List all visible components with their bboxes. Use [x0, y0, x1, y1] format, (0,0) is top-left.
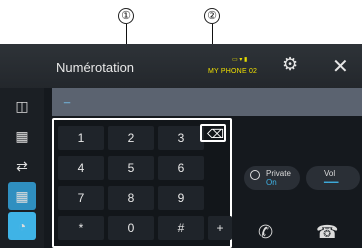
- settings-gear-icon[interactable]: ⚙: [282, 54, 298, 75]
- key-6[interactable]: 6: [158, 156, 204, 180]
- key-2[interactable]: 2: [108, 126, 154, 150]
- key-8[interactable]: 8: [108, 186, 154, 210]
- key-star[interactable]: *: [58, 216, 104, 240]
- key-0[interactable]: 0: [108, 216, 154, 240]
- volume-control[interactable]: Vol ━━━: [306, 166, 360, 190]
- private-state: On: [266, 178, 277, 187]
- private-icon: [250, 170, 260, 180]
- key-plus[interactable]: +: [208, 216, 232, 240]
- callout-1: ①: [118, 8, 134, 24]
- keypad-icon[interactable]: ▦: [8, 182, 36, 210]
- backspace-button[interactable]: ⌫: [200, 124, 226, 142]
- sidebar: ◫ ▦ ⇄ ▦ ◔: [0, 88, 44, 248]
- key-3[interactable]: 3: [158, 126, 204, 150]
- private-toggle[interactable]: Private On: [244, 166, 300, 190]
- contacts-icon[interactable]: ◫: [8, 92, 36, 120]
- recent-calls-icon[interactable]: ⇄: [8, 152, 36, 180]
- right-panel: Private On Vol ━━━ ✆ ☎: [236, 118, 362, 248]
- callout-2: ②: [204, 8, 220, 24]
- vol-level: ━━━: [324, 178, 339, 187]
- private-label: Private: [266, 169, 291, 178]
- call-icon[interactable]: ✆: [258, 222, 273, 243]
- voice-icon[interactable]: ◔: [8, 212, 36, 240]
- key-1[interactable]: 1: [58, 126, 104, 150]
- header-bar: Numérotation ▭ ▾ ▮ MY PHONE 02 ⚙ ✕: [0, 44, 362, 88]
- key-hash[interactable]: #: [158, 216, 204, 240]
- key-5[interactable]: 5: [108, 156, 154, 180]
- number-entry[interactable]: [52, 88, 362, 116]
- entry-value: _: [64, 92, 71, 104]
- backspace-icon: ⌫: [207, 127, 224, 141]
- page-title: Numérotation: [56, 60, 135, 75]
- key-4[interactable]: 4: [58, 156, 104, 180]
- phonebook-icon[interactable]: ▦: [8, 122, 36, 150]
- phone-name: MY PHONE 02: [208, 68, 258, 75]
- key-7[interactable]: 7: [58, 186, 104, 210]
- key-9[interactable]: 9: [158, 186, 204, 210]
- dial-screen: Numérotation ▭ ▾ ▮ MY PHONE 02 ⚙ ✕ ◫ ▦ ⇄…: [0, 44, 362, 248]
- end-call-icon[interactable]: ☎: [316, 222, 338, 243]
- status-icons: ▭ ▾ ▮: [232, 57, 248, 63]
- close-icon[interactable]: ✕: [332, 54, 349, 79]
- vol-label: Vol: [324, 169, 336, 178]
